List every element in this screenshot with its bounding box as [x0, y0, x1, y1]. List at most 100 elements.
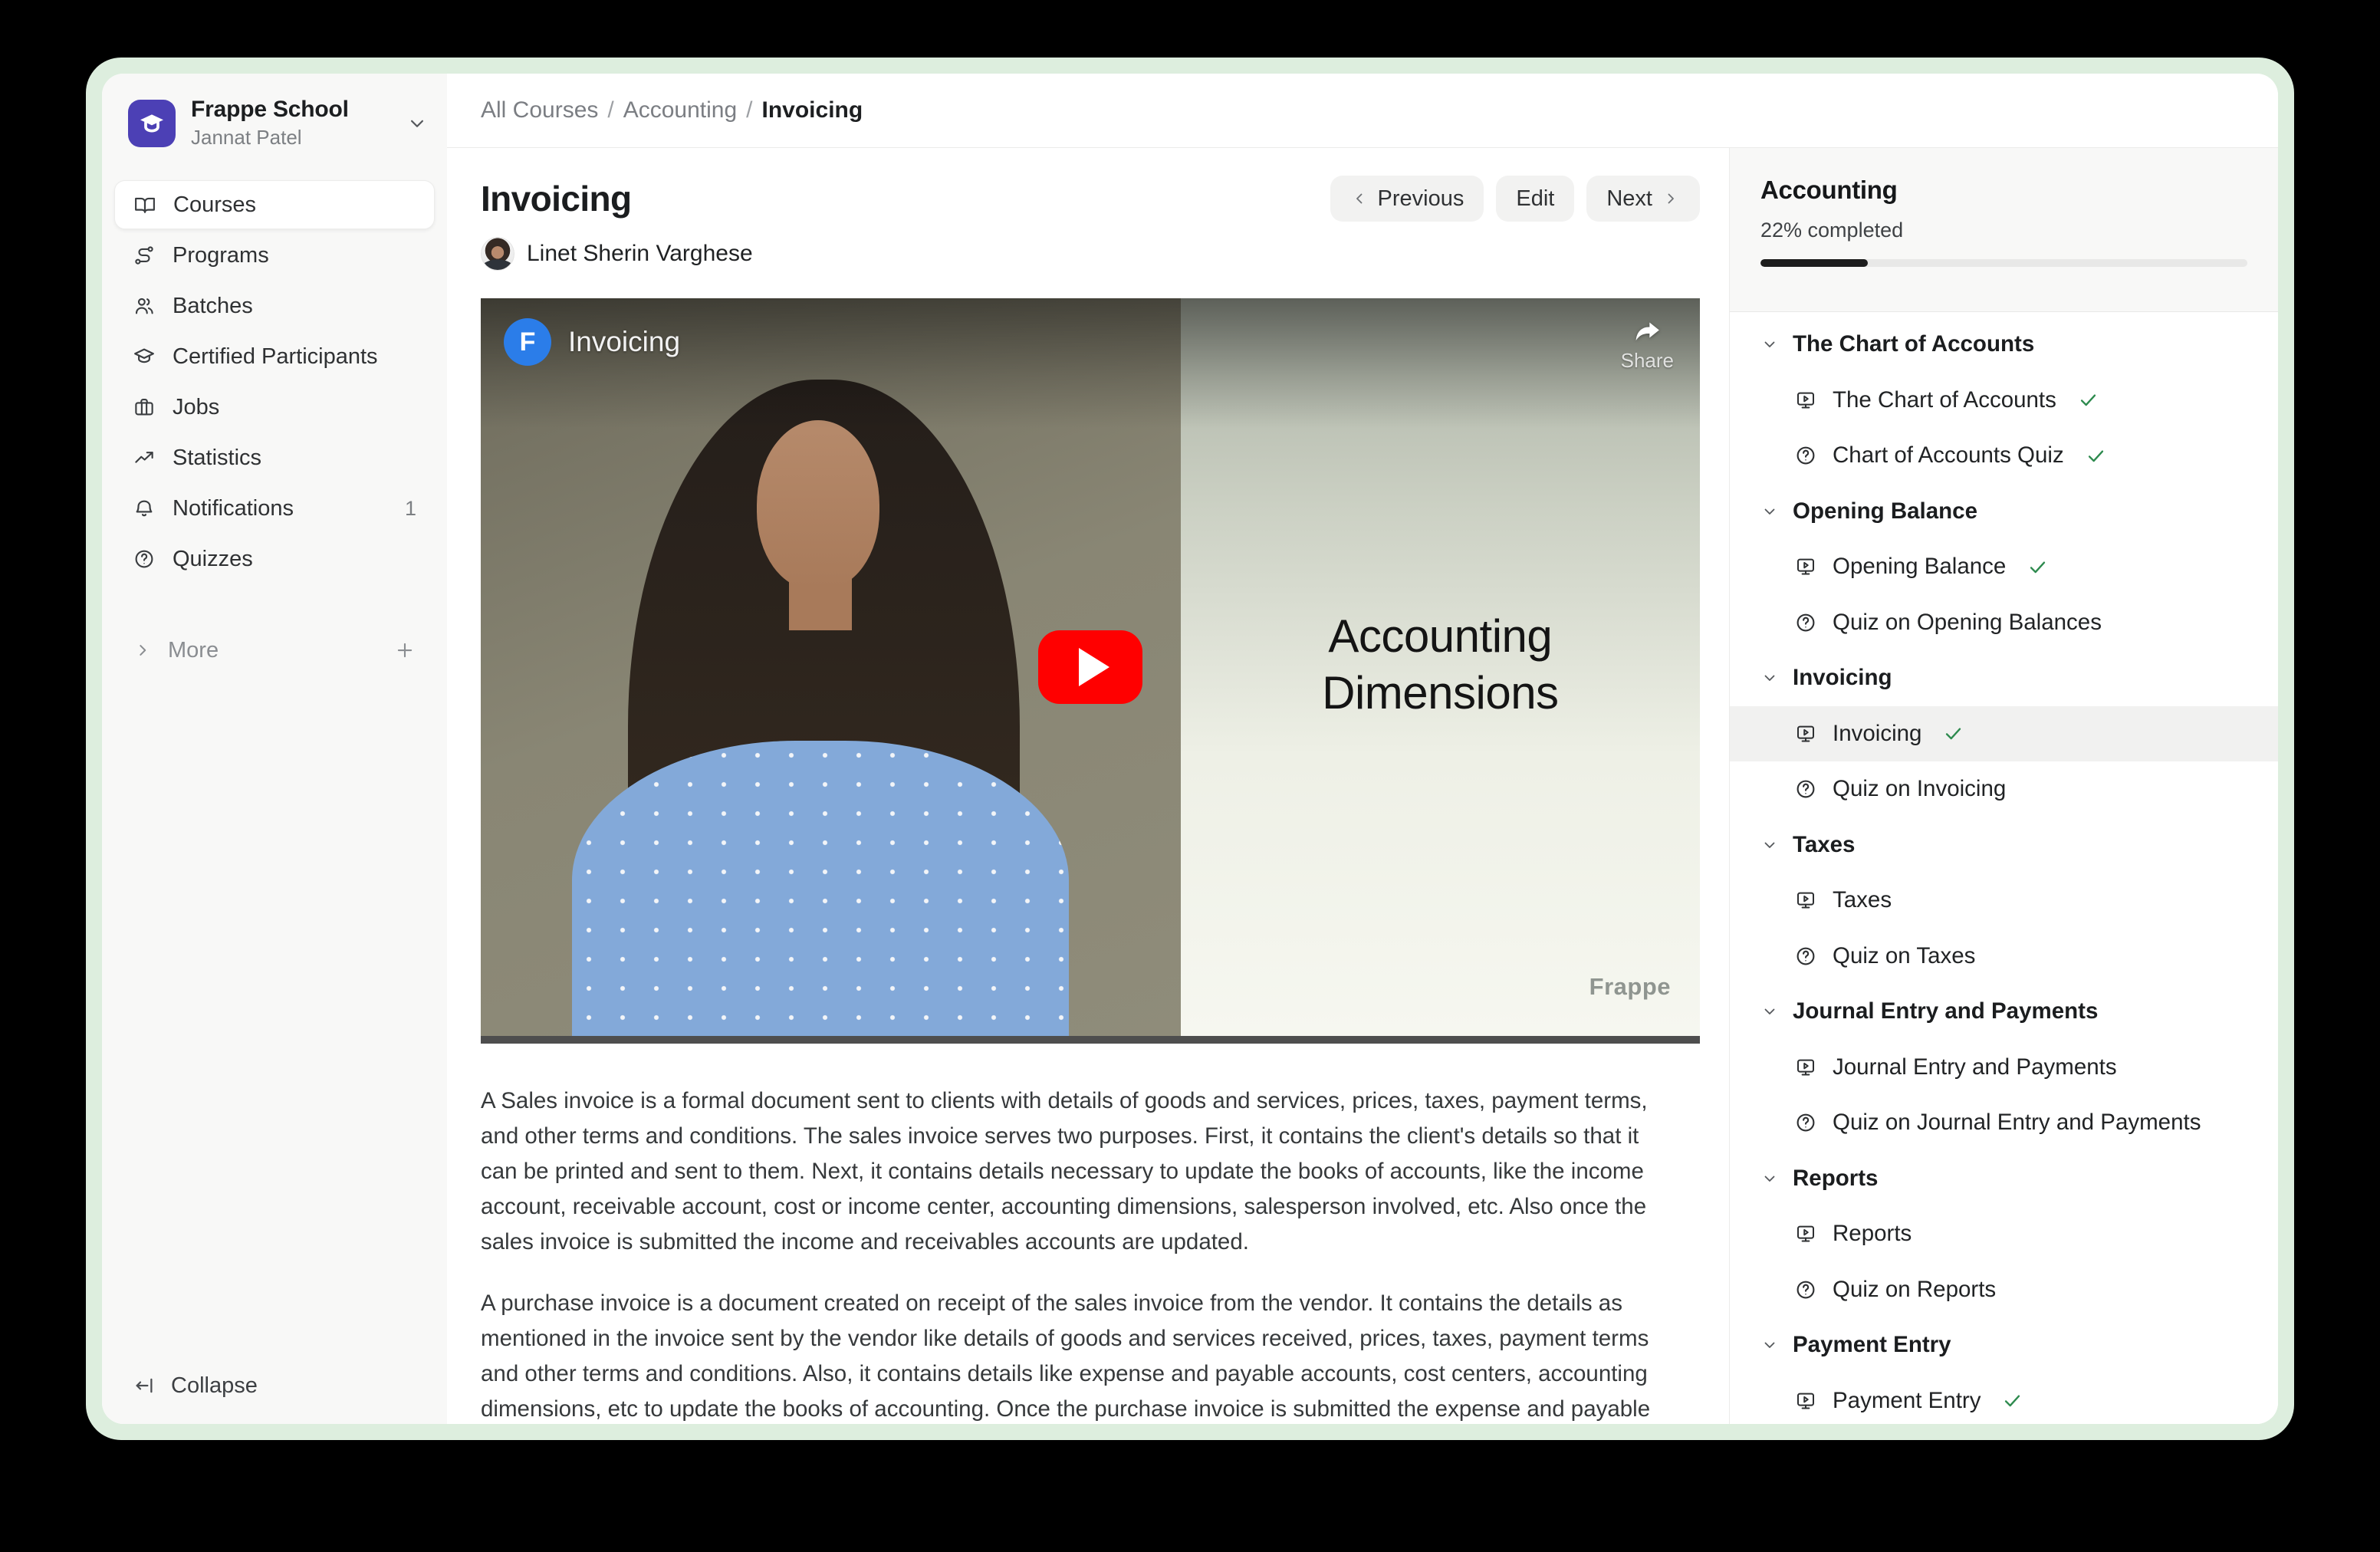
user-name: Jannat Patel	[191, 126, 349, 150]
lesson-title: Taxes	[1833, 887, 1892, 913]
sidebar-item-jobs[interactable]: Jobs	[114, 383, 435, 432]
lesson-quiz-on-journal-entry-and-payments[interactable]: Quiz on Journal Entry and Payments	[1730, 1095, 2278, 1151]
lesson-title: Quiz on Reports	[1833, 1277, 1996, 1303]
lesson-journal-entry-and-payments[interactable]: Journal Entry and Payments	[1730, 1040, 2278, 1096]
chapter-the-chart-of-accounts[interactable]: The Chart of Accounts	[1730, 317, 2278, 373]
share-button[interactable]: Share	[1621, 317, 1674, 373]
lesson-chart-of-accounts-quiz[interactable]: Chart of Accounts Quiz	[1730, 428, 2278, 484]
main-area: All Courses / Accounting / Invoicing Inv…	[447, 74, 2278, 1424]
app-window: Frappe School Jannat Patel Courses Progra…	[102, 74, 2278, 1424]
sidebar-item-label: Programs	[173, 243, 269, 268]
lesson-quiz-on-invoicing[interactable]: Quiz on Invoicing	[1730, 761, 2278, 817]
breadcrumb-accounting[interactable]: Accounting	[623, 97, 737, 123]
help-circle-icon	[1794, 1278, 1817, 1301]
help-circle-icon	[1794, 778, 1817, 801]
collapse-arrow-icon	[133, 1374, 156, 1397]
workspace-switcher[interactable]: Frappe School Jannat Patel	[114, 87, 435, 159]
author-avatar	[481, 237, 514, 271]
frappe-watermark: Frappe	[1589, 973, 1671, 1001]
previous-label: Previous	[1378, 186, 1464, 212]
check-icon	[2027, 557, 2048, 577]
lesson-title: Opening Balance	[1833, 554, 2006, 580]
check-icon	[2086, 446, 2106, 466]
lesson-opening-balance[interactable]: Opening Balance	[1730, 539, 2278, 595]
video-header: F Invoicing	[504, 318, 680, 366]
sidebar-item-label: Courses	[173, 192, 256, 218]
help-circle-icon	[1794, 444, 1817, 467]
check-icon	[2002, 1390, 2023, 1411]
lesson-the-chart-of-accounts[interactable]: The Chart of Accounts	[1730, 373, 2278, 429]
monitor-play-icon	[1794, 722, 1817, 745]
chapter-invoicing[interactable]: Invoicing	[1730, 650, 2278, 706]
lesson-invoicing[interactable]: Invoicing	[1730, 706, 2278, 762]
monitor-play-icon	[1794, 1222, 1817, 1245]
sidebar-item-statistics[interactable]: Statistics	[114, 433, 435, 482]
lesson-payment-entry[interactable]: Payment Entry	[1730, 1373, 2278, 1425]
graduation-cap-icon	[133, 345, 156, 368]
sidebar-item-label: Quizzes	[173, 547, 253, 572]
lesson-title: Quiz on Taxes	[1833, 943, 1975, 969]
chapter-taxes[interactable]: Taxes	[1730, 817, 2278, 873]
lesson-title: Quiz on Opening Balances	[1833, 610, 2102, 636]
chevron-down-icon	[1760, 836, 1779, 854]
chapter-reports[interactable]: Reports	[1730, 1151, 2278, 1207]
chapter-opening-balance[interactable]: Opening Balance	[1730, 484, 2278, 540]
chapter-journal-entry-and-payments[interactable]: Journal Entry and Payments	[1730, 984, 2278, 1040]
channel-avatar[interactable]: F	[504, 318, 551, 366]
lesson-quiz-on-taxes[interactable]: Quiz on Taxes	[1730, 929, 2278, 985]
next-button[interactable]: Next	[1586, 176, 1700, 222]
help-circle-icon	[1794, 611, 1817, 634]
breadcrumb-separator: /	[607, 97, 613, 123]
help-circle-icon	[133, 547, 156, 570]
sidebar-item-programs[interactable]: Programs	[114, 231, 435, 280]
lesson-title: Quiz on Journal Entry and Payments	[1833, 1110, 2201, 1136]
sidebar-item-label: Jobs	[173, 395, 219, 420]
lesson-panel: Invoicing Previous Edit	[447, 148, 1729, 1424]
course-outline: Accounting 22% completed The Chart of Ac…	[1729, 148, 2278, 1424]
sidebar-item-notifications[interactable]: Notifications1	[114, 484, 435, 533]
sidebar-item-certified-participants[interactable]: Certified Participants	[114, 332, 435, 381]
book-open-icon	[133, 193, 156, 216]
sidebar-item-label: Notifications	[173, 496, 294, 521]
page-title: Invoicing	[481, 178, 632, 219]
check-icon	[1943, 723, 1964, 744]
breadcrumb-all-courses[interactable]: All Courses	[481, 97, 598, 123]
monitor-play-icon	[1794, 389, 1817, 412]
lesson-taxes[interactable]: Taxes	[1730, 873, 2278, 929]
lesson-title: The Chart of Accounts	[1833, 387, 2056, 413]
lesson-title: Chart of Accounts Quiz	[1833, 442, 2064, 469]
breadcrumb-current: Invoicing	[762, 97, 863, 123]
lesson-title: Payment Entry	[1833, 1388, 1981, 1414]
lesson-reports[interactable]: Reports	[1730, 1206, 2278, 1262]
presenter-face	[757, 420, 879, 590]
edit-button[interactable]: Edit	[1496, 176, 1574, 222]
course-progress-header: Accounting 22% completed	[1730, 148, 2278, 312]
chevron-down-icon	[1760, 1336, 1779, 1354]
app-window-frame: Frappe School Jannat Patel Courses Progra…	[86, 58, 2294, 1440]
presenter-shirt	[572, 741, 1069, 1036]
chapter-title: Taxes	[1793, 832, 1855, 858]
lesson-quiz-on-reports[interactable]: Quiz on Reports	[1730, 1262, 2278, 1318]
video-player[interactable]: Accounting Dimensions Frappe F Invoicing	[481, 298, 1700, 1044]
chapter-title: Journal Entry and Payments	[1793, 998, 2098, 1024]
share-icon	[1629, 317, 1665, 347]
sidebar-item-batches[interactable]: Batches	[114, 281, 435, 330]
workspace-labels: Frappe School Jannat Patel	[191, 97, 349, 150]
chevron-right-icon	[1662, 189, 1680, 208]
sidebar-item-label: Certified Participants	[173, 344, 378, 370]
plus-icon[interactable]	[393, 639, 416, 662]
play-button[interactable]	[1038, 630, 1142, 704]
chevron-down-icon	[406, 112, 429, 135]
collapse-sidebar-button[interactable]: Collapse	[114, 1363, 435, 1409]
frappe-school-logo-icon	[128, 100, 176, 147]
lesson-quiz-on-opening-balances[interactable]: Quiz on Opening Balances	[1730, 595, 2278, 651]
sidebar-item-courses[interactable]: Courses	[114, 180, 435, 229]
sidebar-item-label: Statistics	[173, 446, 261, 471]
progress-label: 22% completed	[1760, 219, 2247, 242]
sidebar-item-quizzes[interactable]: Quizzes	[114, 534, 435, 584]
video-progress-bar[interactable]	[481, 1036, 1700, 1044]
previous-button[interactable]: Previous	[1330, 176, 1484, 222]
sidebar-more[interactable]: More	[114, 628, 435, 672]
chapter-payment-entry[interactable]: Payment Entry	[1730, 1317, 2278, 1373]
video-title[interactable]: Invoicing	[568, 326, 680, 358]
